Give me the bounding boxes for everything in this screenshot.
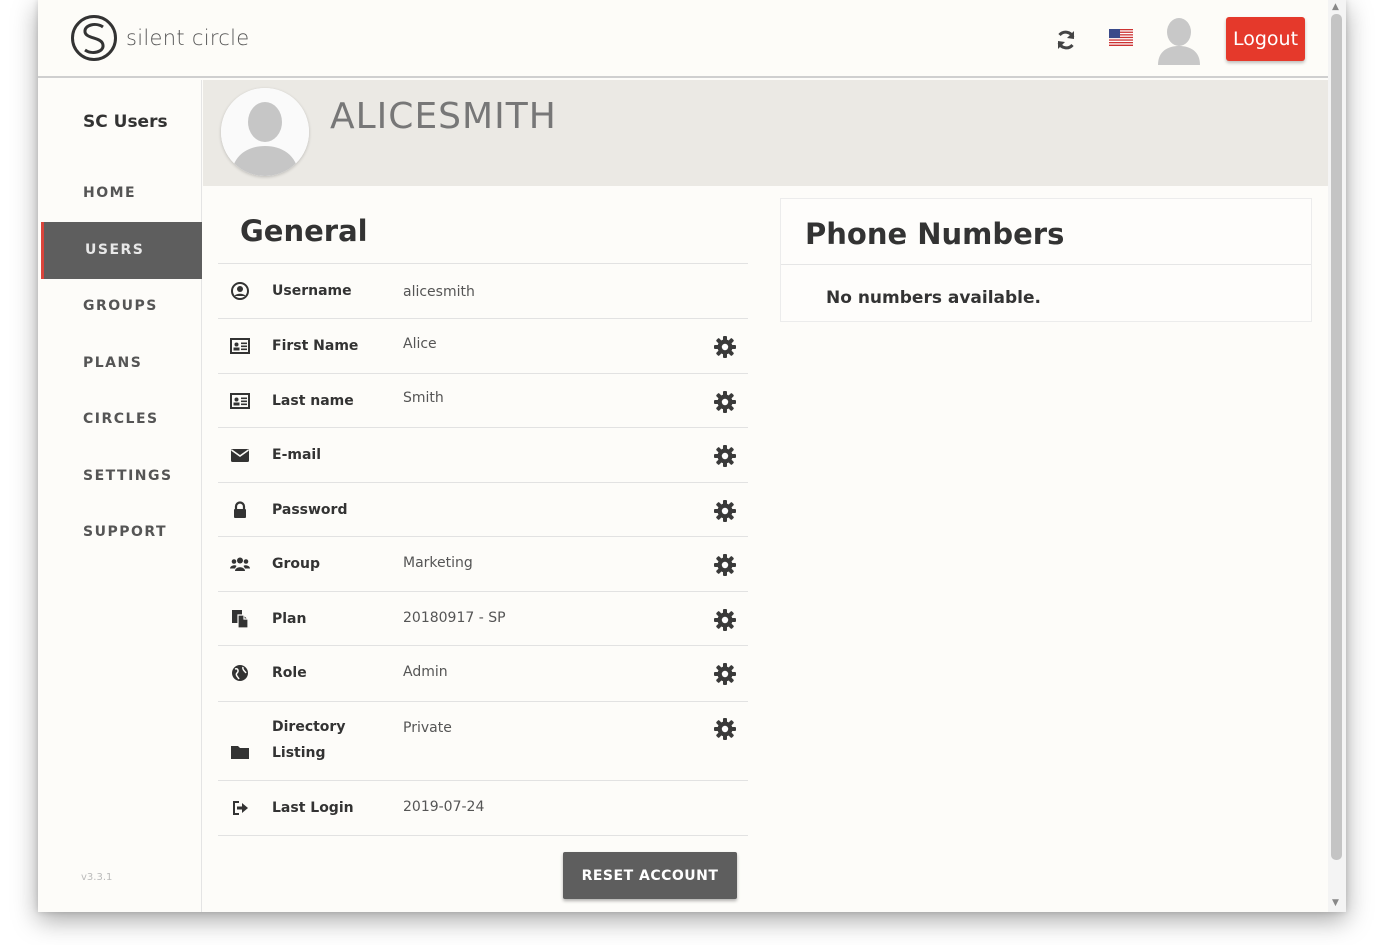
- phone-numbers-card: Phone Numbers No numbers available.: [780, 198, 1312, 322]
- profile-name: ALICESMITH: [330, 96, 557, 137]
- globe-icon: [232, 665, 248, 681]
- sidebar-item-groups[interactable]: GROUPS: [41, 278, 202, 335]
- gear-icon[interactable]: [713, 717, 737, 741]
- phone-numbers-title: Phone Numbers: [805, 217, 1065, 251]
- field-value: alicesmith: [403, 284, 475, 300]
- field-value: Private: [403, 720, 452, 736]
- profile-banner: ALICESMITH: [203, 80, 1328, 186]
- sidebar-item-users[interactable]: USERS: [41, 222, 202, 279]
- field-row-password: Password: [218, 483, 748, 537]
- scroll-down-arrow-icon[interactable]: ▼: [1332, 898, 1339, 908]
- top-header: silent circle Logout: [38, 0, 1328, 78]
- field-row-username: Username alicesmith: [218, 264, 748, 319]
- scroll-up-arrow-icon[interactable]: ▲: [1332, 2, 1339, 12]
- refresh-icon[interactable]: [1054, 28, 1078, 52]
- field-label: Last name: [272, 393, 354, 409]
- sidebar-item-plans[interactable]: PLANS: [41, 335, 202, 392]
- field-value: 2019-07-24: [403, 799, 485, 815]
- field-row-role: Role Admin: [218, 646, 748, 702]
- field-value: Smith: [403, 390, 444, 406]
- envelope-icon: [231, 449, 249, 462]
- profile-avatar: [221, 88, 309, 176]
- field-value: Marketing: [403, 555, 473, 571]
- vertical-scrollbar[interactable]: ▲ ▼: [1328, 0, 1346, 912]
- sidebar-item-home[interactable]: HOME: [41, 165, 202, 222]
- logout-button[interactable]: Logout: [1226, 17, 1305, 61]
- sidebar: SC Users HOME USERS GROUPS PLANS CIRCLES…: [38, 80, 202, 912]
- copy-icon: [232, 610, 249, 629]
- sidebar-item-support[interactable]: SUPPORT: [41, 504, 202, 561]
- field-label: Role: [272, 665, 307, 681]
- field-label: Directory Listing: [272, 719, 346, 761]
- field-value: Admin: [403, 664, 448, 680]
- id-card-icon: [230, 393, 250, 409]
- users-icon: [230, 557, 250, 571]
- general-card: General Username alicesmith First Name A…: [218, 198, 748, 912]
- field-row-first-name: First Name Alice: [218, 319, 748, 374]
- field-label: Username: [272, 283, 352, 299]
- gear-icon[interactable]: [713, 608, 737, 632]
- logo-text: silent circle: [126, 26, 250, 50]
- gear-icon[interactable]: [713, 499, 737, 523]
- gear-icon[interactable]: [713, 444, 737, 468]
- field-label: Password: [272, 502, 348, 518]
- field-row-directory-listing: Directory Listing Private: [218, 702, 748, 781]
- field-row-group: Group Marketing: [218, 537, 748, 592]
- profile-avatar-icon: [221, 88, 309, 176]
- app-name: SC Users: [83, 112, 168, 132]
- folder-icon: [231, 746, 249, 759]
- gear-icon[interactable]: [713, 390, 737, 414]
- empty-state-text: No numbers available.: [826, 288, 1041, 308]
- user-avatar-icon[interactable]: [1156, 15, 1202, 65]
- gear-icon[interactable]: [713, 662, 737, 686]
- version-label: v3.3.1: [81, 872, 113, 883]
- field-value: Alice: [403, 336, 437, 352]
- sign-in-icon: [233, 801, 248, 815]
- field-row-email: E-mail: [218, 428, 748, 483]
- field-row-last-login: Last Login 2019-07-24: [218, 781, 748, 836]
- field-label: Group: [272, 556, 321, 572]
- field-label: E-mail: [272, 447, 322, 463]
- sidebar-item-settings[interactable]: SETTINGS: [41, 448, 202, 505]
- field-row-last-name: Last name Smith: [218, 374, 748, 428]
- field-row-plan: Plan 20180917 - SP: [218, 592, 748, 646]
- field-label: First Name: [272, 338, 359, 354]
- field-value: 20180917 - SP: [403, 610, 506, 626]
- user-circle-icon: [231, 282, 249, 300]
- id-card-icon: [230, 338, 250, 354]
- general-title: General: [240, 214, 368, 248]
- sidebar-item-circles[interactable]: CIRCLES: [41, 391, 202, 448]
- us-flag-icon[interactable]: [1109, 29, 1133, 46]
- divider: [781, 264, 1311, 265]
- gear-icon[interactable]: [713, 335, 737, 359]
- gear-icon[interactable]: [713, 553, 737, 577]
- field-label: Plan: [272, 611, 307, 627]
- app-window: silent circle Logout SC Users HOME USERS…: [38, 0, 1346, 912]
- lock-icon: [234, 501, 246, 518]
- reset-account-button[interactable]: RESET ACCOUNT: [563, 852, 737, 899]
- silent-circle-logo-icon: [71, 15, 117, 61]
- field-label: Last Login: [272, 800, 354, 816]
- logo[interactable]: silent circle: [70, 14, 250, 62]
- scroll-thumb[interactable]: [1331, 14, 1342, 860]
